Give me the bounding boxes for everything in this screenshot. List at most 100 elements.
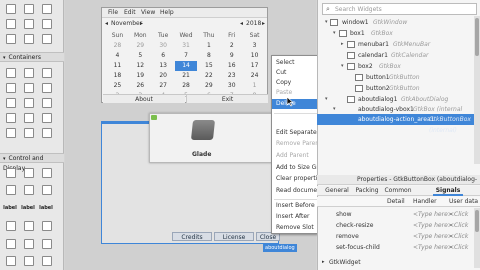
license-button[interactable]: License: [214, 232, 254, 241]
tree-row-box2[interactable]: ▾ box2 GtkBox: [317, 61, 480, 72]
tree-row-aboutdialog-action-area1[interactable]: aboutdialog-action_area1 GtkButtonBox (i…: [317, 114, 480, 134]
widget-icon[interactable]: [24, 83, 34, 93]
expander-icon[interactable]: ▸: [322, 257, 325, 268]
widget-icon[interactable]: [6, 19, 16, 29]
expander-icon[interactable]: ▾: [341, 61, 344, 72]
day-cell[interactable]: 29: [197, 81, 220, 91]
about-button[interactable]: About: [103, 94, 185, 103]
tree-row-calendar1[interactable]: calendar1 GtkCalendar: [317, 50, 480, 61]
day-cell[interactable]: 20: [152, 71, 175, 81]
widget-icon[interactable]: [42, 221, 52, 231]
col-detail[interactable]: Detail: [387, 197, 405, 207]
expander-icon[interactable]: ▸: [341, 39, 344, 50]
widget-icon[interactable]: [6, 98, 16, 108]
widget-icon[interactable]: [42, 256, 52, 266]
calendar-window[interactable]: File Edit View Help ◂ November ▸ ◂ 2018 …: [101, 7, 268, 103]
widget-icon[interactable]: [6, 4, 16, 14]
signal-user-data[interactable]: <Click: [449, 220, 468, 231]
signal-user-data[interactable]: <Click: [449, 242, 468, 253]
widget-icon[interactable]: [24, 113, 34, 123]
widget-icon[interactable]: [24, 68, 34, 78]
day-cell[interactable]: 24: [243, 71, 266, 81]
signal-user-data[interactable]: <Click: [449, 209, 468, 220]
day-cell[interactable]: 30: [220, 81, 243, 91]
label-widget-icon[interactable]: label: [39, 203, 53, 213]
palette-section-control-display[interactable]: ▾Control and Display: [0, 153, 64, 172]
day-cell[interactable]: 4: [106, 51, 129, 61]
tree-row-menubar1[interactable]: ▸ menubar1 GtkMenuBar: [317, 39, 480, 50]
day-cell[interactable]: 19: [129, 71, 152, 81]
day-cell[interactable]: 18: [106, 71, 129, 81]
menu-view[interactable]: View: [141, 9, 155, 16]
tree-row-button1[interactable]: button1 GtkButton: [317, 72, 480, 83]
prev-month-icon[interactable]: ◂: [105, 20, 108, 29]
day-cell[interactable]: 28: [106, 41, 129, 51]
day-cell[interactable]: 30: [152, 41, 175, 51]
day-cell[interactable]: 1: [197, 41, 220, 51]
signal-row-remove[interactable]: remove <Type here> <Click: [317, 231, 480, 242]
label-widget-icon[interactable]: label: [3, 203, 17, 213]
day-cell[interactable]: 31: [175, 41, 198, 51]
signal-handler[interactable]: <Type here>: [413, 209, 453, 220]
day-cell[interactable]: 6: [152, 51, 175, 61]
calendar-grid[interactable]: Sun Mon Tue Wed Thu Fri Sat 28 29 30 31 1 2 3 456789…: [106, 31, 266, 101]
widget-icon[interactable]: [42, 19, 52, 29]
widget-icon[interactable]: [42, 185, 52, 195]
day-cell[interactable]: 26: [129, 81, 152, 91]
about-dialog-content[interactable]: Glade: [149, 113, 278, 163]
tree-scrollbar-thumb[interactable]: [475, 18, 479, 56]
tab-signals[interactable]: Signals: [433, 186, 463, 196]
widget-icon[interactable]: [6, 185, 16, 195]
credits-button[interactable]: Credits: [172, 232, 212, 241]
day-cell[interactable]: 5: [129, 51, 152, 61]
day-cell[interactable]: 21: [175, 71, 198, 81]
signal-handler[interactable]: <Type here>: [413, 220, 453, 231]
widget-icon[interactable]: [42, 113, 52, 123]
widget-icon[interactable]: [24, 128, 34, 138]
widget-icon[interactable]: [6, 221, 16, 231]
menu-edit[interactable]: Edit: [124, 9, 136, 16]
widget-icon[interactable]: [6, 168, 16, 178]
widget-icon[interactable]: [42, 239, 52, 249]
prev-year-icon[interactable]: ◂: [240, 20, 243, 29]
widget-icon[interactable]: [42, 83, 52, 93]
menu-file[interactable]: File: [108, 9, 118, 16]
widget-icon[interactable]: [24, 98, 34, 108]
menu-help[interactable]: Help: [160, 9, 174, 16]
day-cell[interactable]: 25: [106, 81, 129, 91]
day-cell[interactable]: 8: [197, 51, 220, 61]
day-cell[interactable]: 9: [220, 51, 243, 61]
day-cell[interactable]: 16: [220, 61, 243, 71]
widget-icon[interactable]: [6, 68, 16, 78]
widget-icon[interactable]: [24, 4, 34, 14]
widget-icon[interactable]: [6, 83, 16, 93]
widget-icon[interactable]: [42, 168, 52, 178]
day-cell[interactable]: 3: [243, 41, 266, 51]
tree-row-box1[interactable]: ▾ box1 GtkBox: [317, 28, 480, 39]
widget-icon[interactable]: [42, 68, 52, 78]
day-cell[interactable]: 11: [106, 61, 129, 71]
widget-icon[interactable]: [24, 256, 34, 266]
widget-icon[interactable]: [42, 4, 52, 14]
widget-icon[interactable]: [24, 239, 34, 249]
tab-general[interactable]: General: [323, 186, 351, 196]
tab-packing[interactable]: Packing: [353, 186, 381, 196]
day-cell[interactable]: 7: [175, 51, 198, 61]
exit-button[interactable]: Exit: [186, 94, 268, 103]
search-widgets-field[interactable]: ⌕ Search Widgets: [322, 3, 477, 15]
widget-icon[interactable]: [6, 113, 16, 123]
signal-row-check-resize[interactable]: check-resize <Type here> <Click: [317, 220, 480, 231]
signal-user-data[interactable]: <Click: [449, 231, 468, 242]
day-cell[interactable]: 22: [197, 71, 220, 81]
day-cell[interactable]: 10: [243, 51, 266, 61]
widget-icon[interactable]: [24, 168, 34, 178]
expander-icon[interactable]: ▾: [325, 17, 328, 28]
palette-section-containers[interactable]: ▾ Containers: [0, 52, 64, 62]
day-cell[interactable]: 15: [197, 61, 220, 71]
day-cell[interactable]: 17: [243, 61, 266, 71]
day-cell[interactable]: 23: [220, 71, 243, 81]
label-widget-icon[interactable]: label: [21, 203, 35, 213]
widget-icon[interactable]: [6, 239, 16, 249]
day-cell[interactable]: 27: [152, 81, 175, 91]
signal-handler[interactable]: <Type here>: [413, 242, 453, 253]
